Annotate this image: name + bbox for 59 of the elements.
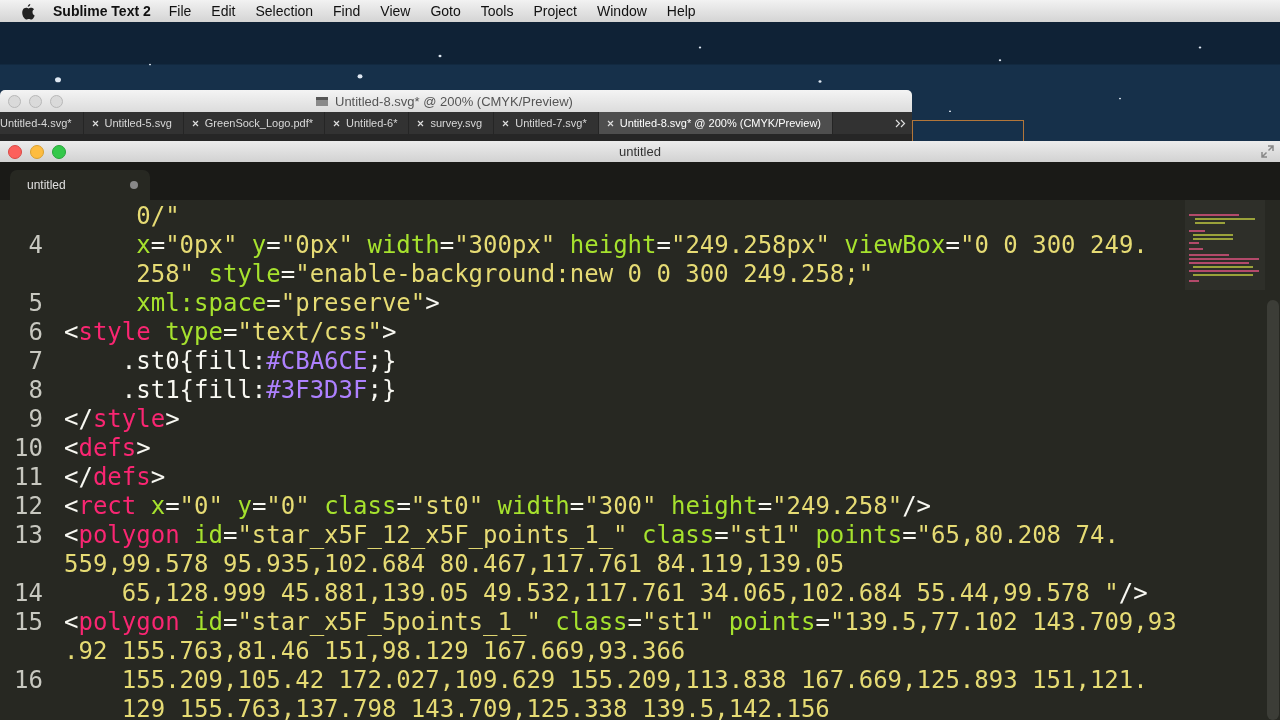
line-number: 9	[28, 404, 43, 433]
close-button[interactable]	[8, 144, 22, 159]
line-number: 11	[14, 462, 43, 491]
window-title: Untitled-8.svg* @ 200% (CMYK/Preview)	[335, 93, 573, 109]
close-icon[interactable]	[606, 119, 614, 127]
menu-item[interactable]: Help	[656, 3, 706, 19]
close-icon[interactable]	[502, 119, 510, 127]
fullscreen-icon[interactable]	[1261, 145, 1274, 158]
line-number: 6	[28, 317, 43, 346]
code-line: </style>	[64, 404, 180, 433]
line-number: 13	[14, 520, 43, 549]
menu-item[interactable]: File	[158, 3, 202, 19]
modified-dot-icon[interactable]	[130, 181, 138, 189]
document-tab[interactable]: Untitled-8.svg* @ 200% (CMYK/Preview)	[598, 112, 834, 134]
zoom-button[interactable]	[52, 144, 66, 159]
apple-logo-icon[interactable]	[20, 2, 35, 20]
code-line: xml:space="preserve">	[135, 288, 440, 317]
app-name[interactable]: Sublime Text 2	[53, 3, 151, 19]
line-number: 15	[14, 607, 43, 636]
menu-item[interactable]: Edit	[201, 3, 246, 19]
menu-item[interactable]: Window	[587, 3, 657, 19]
close-icon[interactable]	[91, 119, 99, 127]
code-line: 155.209,105.42 172.027,109.629 155.209,113.838 167.669,125.893 151,121.	[120, 665, 1148, 694]
code-line: <defs>	[64, 433, 151, 462]
code-line: .st0{fill:#CBA6CE;}	[120, 346, 397, 375]
menu-item[interactable]: Selection	[245, 3, 324, 19]
code-line: 258" style="enable-background:new 0 0 300 249.258;"	[135, 259, 874, 288]
code-line: 0/"	[135, 201, 180, 230]
menu-item[interactable]: Project	[523, 3, 587, 19]
code-line: 559,99.578 95.935,102.684 80.467,117.761 84.119,139.05	[64, 549, 845, 578]
code-line: .st1{fill:#3F3D3F;}	[120, 375, 397, 404]
line-number: 10	[14, 433, 43, 462]
code-line: </defs>	[64, 462, 166, 491]
line-number: 8	[28, 375, 43, 404]
line-number: 5	[28, 288, 43, 317]
code-line: <polygon id="star_x5F_5points_1_" class="st1" points="139.5,77.102 143.709,93	[64, 607, 1177, 636]
menu-item[interactable]: Find	[323, 3, 371, 19]
close-icon[interactable]	[191, 119, 199, 127]
code-line: 129 155.763,137.798 143.709,125.338 139.5,142.156	[120, 694, 830, 720]
menu-item[interactable]: Goto	[420, 3, 471, 19]
window-title: untitled	[619, 144, 661, 159]
chevron-icon[interactable]	[895, 118, 906, 128]
code-line: <polygon id="star_x5F_12_x5F_points_1_" class="st1" points="65,80.208 74.	[64, 520, 1119, 549]
line-number: 14	[14, 578, 43, 607]
code-line: <rect x="0" y="0" class="st0" width="300" height="249.258"/>	[64, 491, 932, 520]
line-number: 12	[14, 491, 43, 520]
line-number: 16	[14, 665, 43, 694]
code-line: <style type="text/css">	[64, 317, 397, 346]
close-icon[interactable]	[417, 119, 425, 127]
document-icon	[315, 95, 329, 107]
code-line: .92 155.763,81.46 151,98.129 167.669,93.366	[64, 636, 686, 665]
line-number: 7	[28, 346, 43, 375]
code-line: 65,128.999 45.881,139.05 49.532,117.761 34.065,102.684 55.44,99.578 "/>	[120, 578, 1148, 607]
close-icon[interactable]	[333, 119, 341, 127]
line-number: 4	[28, 230, 43, 259]
file-tab[interactable]: untitled	[10, 170, 150, 200]
code-line: x="0px" y="0px" width="300px" height="249.258px" viewBox="0 0 300 249.	[135, 230, 1148, 259]
menu-item[interactable]: View	[370, 3, 421, 19]
menu-item[interactable]: Tools	[470, 3, 524, 19]
